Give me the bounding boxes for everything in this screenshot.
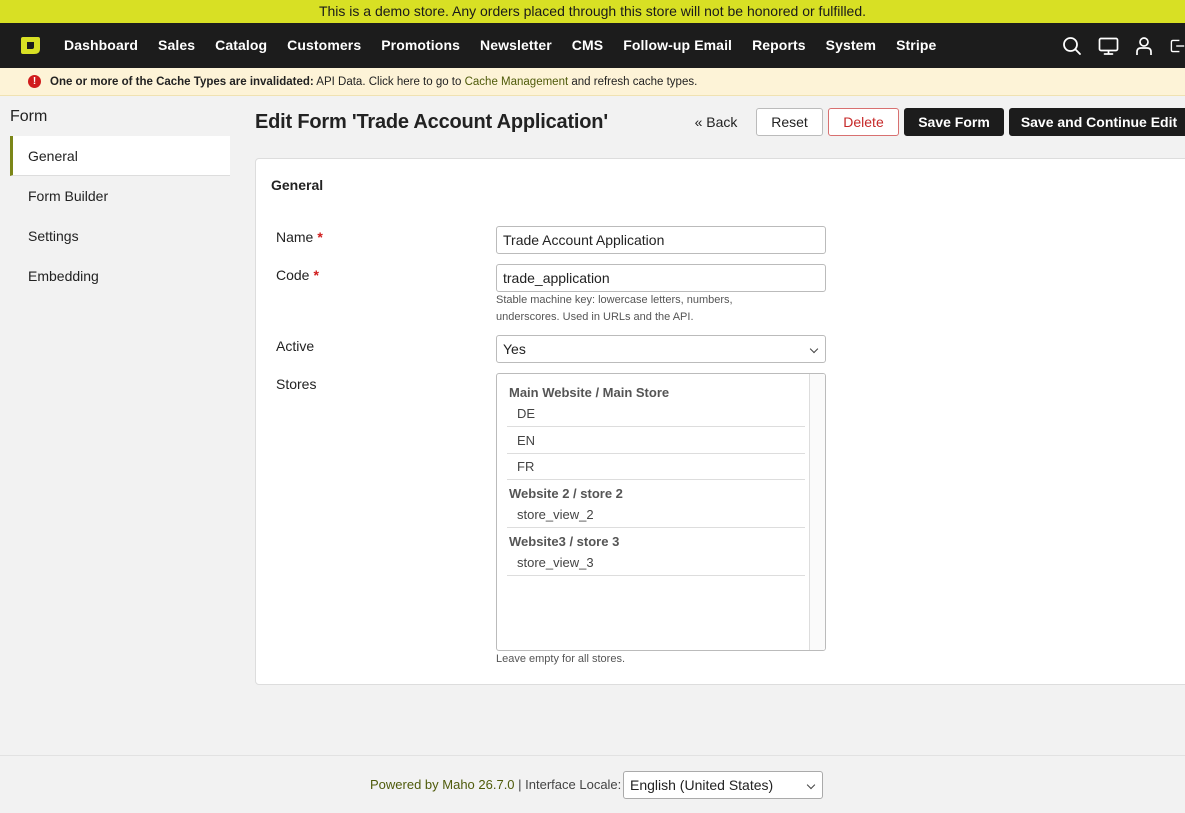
chevron-down-icon: [806, 780, 816, 790]
sidebar-tab-form-builder[interactable]: Form Builder: [10, 176, 230, 216]
nav-reports[interactable]: Reports: [742, 23, 816, 68]
nav-customers[interactable]: Customers: [277, 23, 371, 68]
nav-catalog[interactable]: Catalog: [205, 23, 277, 68]
store-group-main: Main Website / Main Store: [509, 385, 670, 400]
delete-button[interactable]: Delete: [828, 108, 899, 136]
code-hint-line-1: Stable machine key: lowercase letters, n…: [496, 294, 733, 306]
active-select-value: Yes: [503, 341, 526, 357]
error-icon: !: [28, 75, 41, 88]
cache-notice-tail: and refresh cache types.: [568, 76, 698, 88]
sidebar-tabs: General Form Builder Settings Embedding: [10, 136, 230, 296]
cache-notice-bold: One or more of the Cache Types are inval…: [50, 76, 314, 88]
back-button[interactable]: « Back: [692, 108, 740, 136]
user-icon[interactable]: [1133, 35, 1155, 57]
locale-select-value: English (United States): [630, 777, 774, 793]
code-hint-line-2: underscores. Used in URLs and the API.: [496, 311, 694, 323]
active-select[interactable]: Yes: [496, 335, 826, 363]
demo-store-notice: This is a demo store. Any orders placed …: [0, 0, 1185, 23]
store-option-fr[interactable]: FR: [507, 454, 805, 480]
store-option-store-view-3[interactable]: store_view_3: [507, 550, 805, 576]
footer-text: Powered by Maho 26.7.0 | Interface Local…: [370, 777, 621, 792]
required-marker: *: [313, 267, 319, 283]
sidebar-tab-embedding[interactable]: Embedding: [10, 256, 230, 296]
save-form-button[interactable]: Save Form: [904, 108, 1004, 136]
cache-invalidated-notice: ! One or more of the Cache Types are inv…: [0, 68, 1185, 96]
interface-locale-select[interactable]: English (United States): [623, 771, 823, 799]
required-marker: *: [317, 229, 323, 245]
name-label-text: Name: [276, 229, 314, 245]
nav-sales[interactable]: Sales: [148, 23, 205, 68]
store-option-de[interactable]: DE: [507, 401, 805, 427]
code-hint: Stable machine key: lowercase letters, n…: [496, 292, 733, 326]
name-label: Name *: [276, 229, 323, 245]
stores-multiselect[interactable]: Main Website / Main Store DE EN FR Websi…: [496, 373, 826, 651]
save-and-continue-button[interactable]: Save and Continue Edit: [1009, 108, 1185, 136]
nav-promotions[interactable]: Promotions: [371, 23, 470, 68]
header-actions: [1047, 23, 1185, 68]
nav-system[interactable]: System: [816, 23, 886, 68]
cache-notice-text: API Data. Click here to go to: [313, 76, 465, 88]
reset-button[interactable]: Reset: [756, 108, 823, 136]
nav-dashboard[interactable]: Dashboard: [54, 23, 148, 68]
nav-follow-up-email[interactable]: Follow-up Email: [613, 23, 742, 68]
active-label: Active: [276, 338, 315, 354]
sidebar-tab-general[interactable]: General: [10, 136, 230, 176]
monitor-icon[interactable]: [1097, 35, 1119, 57]
sidebar-title: Form: [10, 108, 48, 125]
code-field[interactable]: trade_application: [496, 264, 826, 292]
footer: Powered by Maho 26.7.0 | Interface Local…: [0, 755, 1185, 813]
section-title: General: [271, 177, 324, 193]
stores-label: Stores: [276, 376, 317, 392]
code-label-text: Code: [276, 267, 310, 283]
nav-newsletter[interactable]: Newsletter: [470, 23, 562, 68]
logout-icon[interactable]: [1169, 35, 1185, 57]
stores-scrollbar[interactable]: [809, 374, 825, 650]
locale-label: Interface Locale:: [525, 777, 622, 792]
sidebar-tab-settings[interactable]: Settings: [10, 216, 230, 256]
chevron-down-icon: [809, 344, 819, 354]
name-field[interactable]: Trade Account Application: [496, 226, 826, 254]
store-option-store-view-2[interactable]: store_view_2: [507, 502, 805, 528]
cache-notice-message: One or more of the Cache Types are inval…: [50, 68, 697, 96]
store-group-website-3: Website3 / store 3: [509, 534, 620, 549]
page-title: Edit Form 'Trade Account Application': [255, 111, 608, 133]
cache-management-link[interactable]: Cache Management: [465, 76, 569, 88]
top-navigation: Dashboard Sales Catalog Customers Promot…: [0, 23, 1185, 68]
powered-by-link[interactable]: Powered by Maho 26.7.0: [370, 777, 515, 792]
code-label: Code *: [276, 267, 319, 283]
nav-cms[interactable]: CMS: [562, 23, 613, 68]
search-icon[interactable]: [1061, 35, 1083, 57]
store-group-website-2: Website 2 / store 2: [509, 486, 623, 501]
maho-logo-icon[interactable]: [19, 34, 42, 57]
footer-separator: |: [514, 777, 526, 792]
nav-stripe[interactable]: Stripe: [886, 23, 946, 68]
stores-hint: Leave empty for all stores.: [496, 653, 626, 665]
store-option-en[interactable]: EN: [507, 428, 805, 454]
